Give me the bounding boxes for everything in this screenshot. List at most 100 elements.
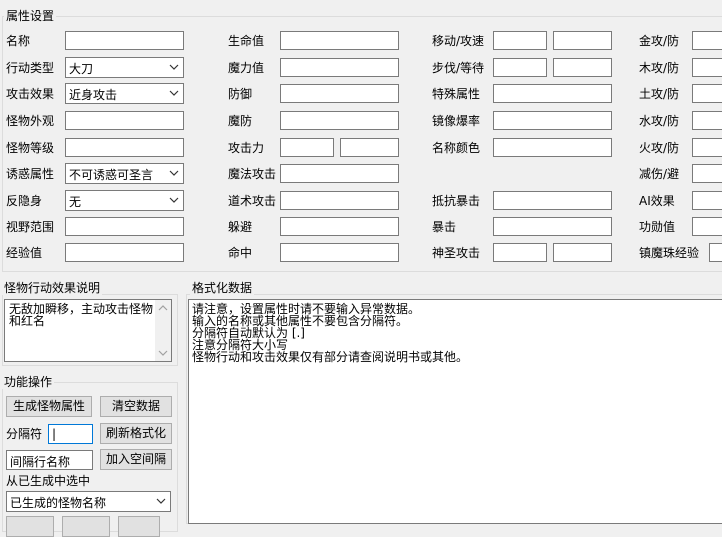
field-label-col3-1: 步伐/等待: [432, 61, 485, 75]
field-label-col4-3: 水攻/防: [639, 114, 680, 128]
field-label-4: 怪物等级: [6, 141, 55, 155]
action-effect-title: 怪物行动效果说明: [2, 281, 103, 295]
field-label-0: 名称: [6, 34, 31, 48]
input-col3-7[interactable]: [493, 217, 612, 236]
input-col4-3[interactable]: [692, 111, 722, 130]
input-col2-4-a[interactable]: [280, 138, 334, 157]
input-col3-0-a[interactable]: [493, 31, 547, 50]
bottom-button-1[interactable]: [6, 516, 54, 537]
format-data-textarea[interactable]: 请注意，设置属性时请不要输入异常数据。 输入的名称或其他属性不要包含分隔符。 分…: [188, 299, 722, 524]
bottom-button-3[interactable]: [118, 516, 160, 537]
input-col3-3[interactable]: [493, 111, 612, 130]
bottom-button-2[interactable]: [62, 516, 110, 537]
input-col4-4[interactable]: [692, 138, 722, 157]
field-label-col2-4: 攻击力: [228, 141, 265, 155]
input-col4-1[interactable]: [692, 58, 722, 77]
interval-name-input[interactable]: 间隔行名称: [6, 450, 93, 470]
input-col1-3[interactable]: [65, 111, 184, 130]
input-col4-7[interactable]: [692, 217, 722, 236]
input-col4-2[interactable]: [692, 84, 722, 103]
input-col4-0[interactable]: [692, 31, 722, 50]
field-label-col2-5: 魔法攻击: [228, 167, 277, 181]
input-col1-8[interactable]: [65, 243, 184, 262]
field-label-col4-1: 木攻/防: [639, 61, 680, 75]
select-generated-label: 从已生成中选中: [6, 474, 91, 488]
select-value: 无: [69, 195, 82, 209]
action-effect-scrollbar[interactable]: [155, 300, 171, 361]
input-col2-1[interactable]: [280, 58, 399, 77]
field-label-col3-0: 移动/攻速: [432, 34, 485, 48]
function-operations-title: 功能操作: [2, 375, 55, 389]
action-effect-text: 无敌加瞬移，主动攻击怪物 和红名: [9, 302, 154, 328]
select-value: 不可诱惑可圣言: [69, 168, 154, 182]
add-blank-interval-button[interactable]: 加入空间隔: [100, 449, 172, 470]
field-label-2: 攻击效果: [6, 87, 55, 101]
field-label-5: 诱惑属性: [6, 167, 55, 181]
field-label-col2-8: 命中: [228, 246, 253, 260]
refresh-format-button[interactable]: 刷新格式化: [100, 423, 172, 444]
chevron-down-icon: [169, 64, 179, 70]
field-label-6: 反隐身: [6, 194, 43, 208]
input-col3-4[interactable]: [493, 138, 612, 157]
chevron-down-icon: [169, 170, 179, 176]
select-col1-6[interactable]: 无: [65, 190, 184, 211]
input-col4-6[interactable]: [692, 191, 722, 210]
field-label-col2-2: 防御: [228, 87, 253, 101]
input-col2-3[interactable]: [280, 111, 399, 130]
field-label-col2-6: 道术攻击: [228, 194, 277, 208]
field-label-col3-8: 神圣攻击: [432, 246, 481, 260]
input-col2-7[interactable]: [280, 217, 399, 236]
field-label-3: 怪物外观: [6, 114, 55, 128]
input-col3-8-a[interactable]: [493, 243, 547, 262]
input-col1-7[interactable]: [65, 217, 184, 236]
format-data-text: 请注意，设置属性时请不要输入异常数据。 输入的名称或其他属性不要包含分隔符。 分…: [192, 302, 469, 364]
field-label-col4-5: 减伤/避: [639, 167, 680, 181]
format-data-title: 格式化数据: [190, 281, 255, 295]
input-col3-2[interactable]: [493, 84, 612, 103]
input-col3-1-b[interactable]: [553, 58, 612, 77]
separator-input[interactable]: |: [48, 424, 93, 444]
input-col3-8-b[interactable]: [553, 243, 612, 262]
input-col2-0[interactable]: [280, 31, 399, 50]
field-label-col3-7: 暴击: [432, 220, 457, 234]
select-col1-5[interactable]: 不可诱惑可圣言: [65, 163, 184, 184]
input-col2-4-b[interactable]: [340, 138, 399, 157]
input-col3-0-b[interactable]: [553, 31, 612, 50]
select-value: 大刀: [69, 62, 94, 76]
field-label-col2-7: 躲避: [228, 220, 253, 234]
input-col2-6[interactable]: [280, 191, 399, 210]
field-label-8: 经验值: [6, 246, 43, 260]
field-label-col3-3: 镜像爆率: [432, 114, 481, 128]
field-label-col4-7: 功勋值: [639, 220, 676, 234]
chevron-down-icon: [169, 90, 179, 96]
select-col1-2[interactable]: 近身攻击: [65, 83, 184, 104]
attribute-settings-title: 属性设置: [4, 9, 57, 23]
chevron-down-icon: [169, 197, 179, 203]
input-col4-8[interactable]: [709, 243, 722, 262]
input-col4-5[interactable]: [692, 164, 722, 183]
generate-monster-button[interactable]: 生成怪物属性: [6, 396, 92, 417]
clear-data-button[interactable]: 清空数据: [100, 396, 172, 417]
field-label-col3-2: 特殊属性: [432, 87, 481, 101]
scroll-up-icon[interactable]: [158, 304, 168, 312]
generated-monster-select[interactable]: 已生成的怪物名称: [6, 491, 171, 512]
field-label-7: 视野范围: [6, 220, 55, 234]
action-effect-textarea[interactable]: 无敌加瞬移，主动攻击怪物 和红名: [4, 299, 172, 362]
field-label-col4-4: 火攻/防: [639, 141, 680, 155]
field-label-col4-0: 金攻/防: [639, 34, 680, 48]
input-col1-0[interactable]: [65, 31, 184, 50]
input-col2-2[interactable]: [280, 84, 399, 103]
field-label-col3-6: 抵抗暴击: [432, 194, 481, 208]
input-col1-4[interactable]: [65, 138, 184, 157]
field-label-col4-8: 镇魔珠经验: [639, 246, 700, 260]
input-col2-8[interactable]: [280, 243, 399, 262]
field-label-col2-1: 魔力值: [228, 61, 265, 75]
scroll-down-icon[interactable]: [158, 349, 168, 357]
input-col3-1-a[interactable]: [493, 58, 547, 77]
separator-label: 分隔符: [6, 427, 43, 441]
select-col1-1[interactable]: 大刀: [65, 57, 184, 78]
select-value: 近身攻击: [69, 88, 118, 102]
input-col2-5[interactable]: [280, 164, 399, 183]
field-label-col2-0: 生命值: [228, 34, 265, 48]
input-col3-6[interactable]: [493, 191, 612, 210]
